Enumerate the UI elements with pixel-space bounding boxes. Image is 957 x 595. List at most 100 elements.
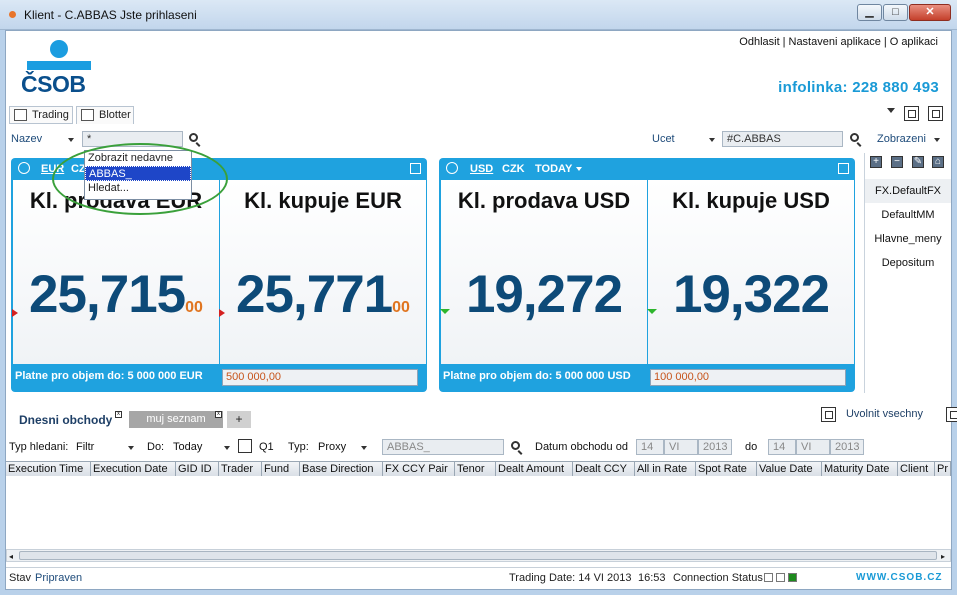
restore-icon[interactable] bbox=[928, 106, 943, 121]
close-tab-icon[interactable]: x bbox=[115, 411, 122, 418]
search-icon[interactable] bbox=[189, 133, 198, 142]
chart-icon bbox=[14, 109, 27, 121]
tab-dnesni-obchody[interactable]: Dnesni obchody bbox=[19, 413, 112, 427]
col-header[interactable]: Dealt Amount bbox=[496, 462, 573, 476]
col-header[interactable]: Spot Rate bbox=[696, 462, 757, 476]
tenor-dropdown[interactable]: TODAY bbox=[535, 163, 572, 175]
home-icon[interactable]: ⌂ bbox=[932, 156, 944, 168]
scroll-thumb[interactable] bbox=[19, 551, 937, 560]
restore-icon[interactable] bbox=[946, 407, 957, 422]
col-header[interactable]: FX CCY Pair bbox=[383, 462, 455, 476]
date-to-month[interactable]: VI bbox=[796, 439, 830, 455]
col-header[interactable]: Base Direction bbox=[300, 462, 383, 476]
zobrazeni-dropdown-icon[interactable] bbox=[934, 138, 940, 142]
window-title: Klient - C.ABBAS Jste prihlaseni bbox=[24, 8, 197, 22]
col-header[interactable]: Tenor bbox=[455, 462, 496, 476]
volume-limit: Platne pro objem do: 5 000 000 EUR bbox=[15, 370, 203, 382]
sidebar-item-defaultfx[interactable]: FX.DefaultFX bbox=[865, 179, 951, 203]
scroll-left-icon[interactable]: ◂ bbox=[9, 552, 13, 561]
close-window-button[interactable]: ✕ bbox=[909, 4, 951, 21]
do-value[interactable]: Today bbox=[173, 441, 202, 453]
edit-icon[interactable]: ✎ bbox=[912, 156, 924, 168]
tenor-chevron-icon[interactable] bbox=[576, 167, 582, 171]
date-from-day[interactable]: 14 bbox=[636, 439, 664, 455]
date-to-year[interactable]: 2013 bbox=[830, 439, 864, 455]
do-dropdown-icon[interactable] bbox=[224, 446, 230, 450]
date-to-day[interactable]: 14 bbox=[768, 439, 796, 455]
tab-muj-seznam[interactable]: muj seznam bbox=[129, 411, 223, 428]
swap-icon[interactable] bbox=[18, 162, 30, 174]
zobrazeni-label[interactable]: Zobrazeni bbox=[877, 133, 926, 145]
status-value: Pripraven bbox=[35, 572, 83, 584]
buy-panel[interactable]: Kl. kupuje USD 19,322 bbox=[647, 180, 854, 364]
maximize-button[interactable]: □ bbox=[883, 4, 908, 21]
about-link[interactable]: O aplikaci bbox=[887, 36, 941, 48]
buy-panel[interactable]: Kl. kupuje EUR 25,77100 bbox=[219, 180, 426, 364]
col-header[interactable]: Dealt CCY bbox=[573, 462, 635, 476]
search-type-value[interactable]: Filtr bbox=[76, 441, 94, 453]
volume-input[interactable]: 100 000,00 bbox=[650, 369, 846, 386]
status-bar: Stav Pripraven Trading Date: 14 VI 2013 … bbox=[6, 567, 951, 589]
col-header[interactable]: Client bbox=[898, 462, 935, 476]
col-header[interactable]: Execution Time bbox=[6, 462, 91, 476]
horizontal-scrollbar[interactable]: ◂ ▸ bbox=[6, 549, 951, 562]
tab-trading-label: Trading bbox=[32, 109, 69, 121]
add-tab-button[interactable]: + bbox=[227, 411, 251, 428]
toolbar-menu-chevron-icon[interactable] bbox=[886, 108, 895, 114]
col-header[interactable]: Value Date bbox=[757, 462, 822, 476]
col-header[interactable]: GID ID bbox=[176, 462, 219, 476]
remove-icon[interactable]: − bbox=[891, 156, 903, 168]
col-header[interactable]: All in Rate bbox=[635, 462, 696, 476]
calendar-icon[interactable] bbox=[238, 439, 252, 453]
logout-link[interactable]: Odhlasit bbox=[736, 36, 782, 48]
buy-rate: 19,322 bbox=[672, 265, 830, 324]
ucet-dropdown-icon[interactable] bbox=[709, 138, 715, 142]
status-time: 16:53 bbox=[638, 572, 666, 584]
tab-trading[interactable]: Trading bbox=[9, 106, 73, 124]
release-all-button[interactable]: Uvolnit vsechny bbox=[846, 408, 923, 420]
q1-label[interactable]: Q1 bbox=[259, 441, 274, 453]
pair-base[interactable]: USD bbox=[470, 163, 493, 175]
col-header[interactable]: Maturity Date bbox=[822, 462, 898, 476]
typ-dropdown-icon[interactable] bbox=[361, 446, 367, 450]
do-label: Do: bbox=[147, 441, 165, 453]
tab-blotter[interactable]: Blotter bbox=[76, 106, 134, 124]
sidebar-item-depositum[interactable]: Depositum bbox=[865, 257, 951, 269]
sell-panel[interactable]: Kl. prodava USD 19,272 bbox=[440, 180, 647, 364]
trading-date: Trading Date: 14 VI 2013 bbox=[509, 572, 632, 584]
add-icon[interactable]: + bbox=[870, 156, 882, 168]
website-link[interactable]: www.csob.cz bbox=[856, 572, 943, 583]
settings-link[interactable]: Nastaveni aplikace bbox=[786, 36, 884, 48]
expand-icon[interactable] bbox=[410, 163, 421, 174]
blotter-search-icon[interactable] bbox=[511, 441, 520, 450]
expand-icon[interactable] bbox=[838, 163, 849, 174]
date-from-year[interactable]: 2013 bbox=[698, 439, 732, 455]
col-header[interactable]: Pr bbox=[935, 462, 951, 476]
col-header[interactable]: Execution Date bbox=[91, 462, 176, 476]
sidebar-item-defaultmm[interactable]: DefaultMM bbox=[865, 209, 951, 221]
date-from-label: Datum obchodu od bbox=[535, 441, 628, 453]
swap-icon[interactable] bbox=[446, 162, 458, 174]
nazev-dropdown-icon[interactable] bbox=[68, 138, 74, 142]
detach-icon[interactable] bbox=[821, 407, 836, 422]
minimize-button[interactable]: ▁ bbox=[857, 4, 882, 21]
pair-quote: CZK bbox=[502, 163, 525, 175]
buy-label: Kl. kupuje EUR bbox=[244, 188, 402, 213]
blotter-search-input[interactable]: ABBAS_ bbox=[382, 439, 504, 455]
ucet-search-icon[interactable] bbox=[850, 133, 859, 142]
tab-blotter-label: Blotter bbox=[99, 109, 131, 121]
date-from-month[interactable]: VI bbox=[664, 439, 698, 455]
ucet-label: Ucet bbox=[652, 133, 675, 145]
ucet-input[interactable]: #C.ABBAS bbox=[722, 131, 843, 147]
logo-text: ČSOB bbox=[21, 71, 86, 97]
volume-limit: Platne pro objem do: 5 000 000 USD bbox=[443, 370, 631, 382]
detach-icon[interactable] bbox=[903, 106, 919, 121]
scroll-right-icon[interactable]: ▸ bbox=[941, 552, 945, 561]
sidebar-item-hlavne-meny[interactable]: Hlavne_meny bbox=[865, 233, 951, 245]
col-header[interactable]: Fund bbox=[262, 462, 300, 476]
col-header[interactable]: Trader bbox=[219, 462, 262, 476]
volume-input[interactable]: 500 000,00 bbox=[222, 369, 418, 386]
typ-value[interactable]: Proxy bbox=[318, 441, 346, 453]
close-tab-icon[interactable]: x bbox=[215, 411, 222, 418]
search-type-dropdown-icon[interactable] bbox=[128, 446, 134, 450]
